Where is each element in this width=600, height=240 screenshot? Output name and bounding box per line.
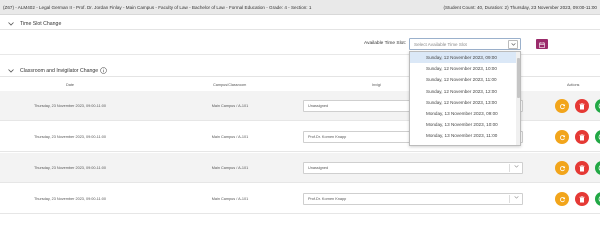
available-time-slot-label: Available Time Slot:: [363, 41, 406, 46]
invigilator-value: Prof.Dr. Kornen Knapp: [308, 135, 347, 139]
time-slot-option[interactable]: Sunday, 12 November 2023, 10:00: [410, 63, 520, 74]
edit-button[interactable]: [555, 99, 569, 113]
row-campus: Main Campus / A-101: [211, 135, 249, 139]
time-slot-option[interactable]: Monday, 13 November 2023, 09:00: [410, 108, 520, 119]
time-slot-dropdown-list[interactable]: Sunday, 12 November 2023, 09:00 Sunday, …: [409, 51, 521, 146]
scrollbar-thumb[interactable]: [516, 58, 520, 98]
row-date: Thursday, 23 November 2023, 09:00-11:00: [33, 197, 107, 201]
row-date: Thursday, 23 November 2023, 09:00-11:00: [33, 135, 107, 139]
select-placeholder: Select Available Time Slot: [414, 42, 467, 47]
invigilator-value: Unassigned: [308, 166, 329, 170]
edit-button[interactable]: [555, 192, 569, 206]
chevron-down-icon[interactable]: [8, 21, 16, 26]
time-slot-option[interactable]: Sunday, 12 November 2023, 12:00: [410, 86, 520, 97]
table-row: Thursday, 23 November 2023, 09:00-11:00 …: [0, 184, 600, 214]
trash-icon: [579, 97, 585, 115]
info-icon[interactable]: [100, 67, 107, 74]
row-date: Thursday, 23 November 2023, 09:00-11:00: [33, 104, 107, 108]
trash-icon: [579, 159, 585, 177]
delete-button[interactable]: [575, 130, 589, 144]
course-title: (Z67) - ALM402 - Legal German II - Prof.…: [3, 4, 312, 10]
add-button[interactable]: [595, 99, 600, 113]
column-header-actions: Actions: [567, 83, 580, 87]
edit-button[interactable]: [555, 130, 569, 144]
invigilator-select[interactable]: Unassigned: [303, 162, 523, 174]
dropdown-scrollbar[interactable]: [516, 52, 520, 145]
time-slot-option[interactable]: Sunday, 12 November 2023, 09:00: [410, 52, 520, 64]
chevron-down-icon[interactable]: [514, 196, 519, 200]
divider: [509, 195, 510, 203]
refresh-icon: [559, 97, 566, 115]
refresh-icon: [559, 190, 566, 208]
row-date: Thursday, 23 November 2023, 09:00-11:00: [33, 166, 107, 170]
row-campus: Main Campus / A-101: [211, 104, 249, 108]
edit-button[interactable]: [555, 161, 569, 175]
table-row: Thursday, 23 November 2023, 09:00-11:00 …: [0, 153, 600, 183]
trash-icon: [579, 190, 585, 208]
row-campus: Main Campus / A-101: [211, 166, 249, 170]
time-slot-option[interactable]: Sunday, 12 November 2023, 11:00: [410, 74, 520, 85]
refresh-icon: [559, 159, 566, 177]
time-slot-option[interactable]: Monday, 13 November 2023, 10:00: [410, 119, 520, 130]
add-button[interactable]: [595, 192, 600, 206]
invigilator-select[interactable]: Prof.Dr. Kornen Knapp: [303, 193, 523, 205]
course-header: (Z67) - ALM402 - Legal German II - Prof.…: [0, 0, 600, 15]
add-button[interactable]: [595, 130, 600, 144]
time-slot-option[interactable]: Monday, 13 November 2023, 11:00: [410, 130, 520, 141]
calendar-button[interactable]: [536, 39, 548, 49]
divider: [509, 164, 510, 172]
section-title: Classroom and Invigilator Change: [20, 67, 99, 74]
calendar-icon: [539, 35, 545, 53]
invigilator-value: Unassigned: [308, 104, 329, 108]
chevron-down-icon[interactable]: [508, 40, 518, 49]
delete-button[interactable]: [575, 192, 589, 206]
delete-button[interactable]: [575, 161, 589, 175]
column-header-campus: Campus/Classroom: [213, 83, 247, 87]
time-slot-option[interactable]: Sunday, 12 November 2023, 13:00: [410, 97, 520, 108]
delete-button[interactable]: [575, 99, 589, 113]
chevron-down-icon[interactable]: [514, 165, 519, 169]
trash-icon: [579, 128, 585, 146]
column-header-invigilator: Invigi: [372, 83, 381, 87]
chevron-down-icon[interactable]: [8, 68, 16, 73]
time-slot-select[interactable]: Select Available Time Slot: [409, 38, 521, 50]
add-button[interactable]: [595, 161, 600, 175]
section-title: Time Slot Change: [20, 20, 62, 27]
exam-summary: (Student Count: 40, Duration: 2) Thursda…: [443, 4, 597, 10]
row-campus: Main Campus / A-101: [211, 197, 249, 201]
time-slot-section-header[interactable]: Time Slot Change: [0, 18, 600, 30]
invigilator-value: Prof.Dr. Kornen Knapp: [308, 197, 347, 201]
column-header-date: Date: [66, 83, 75, 87]
refresh-icon: [559, 128, 566, 146]
